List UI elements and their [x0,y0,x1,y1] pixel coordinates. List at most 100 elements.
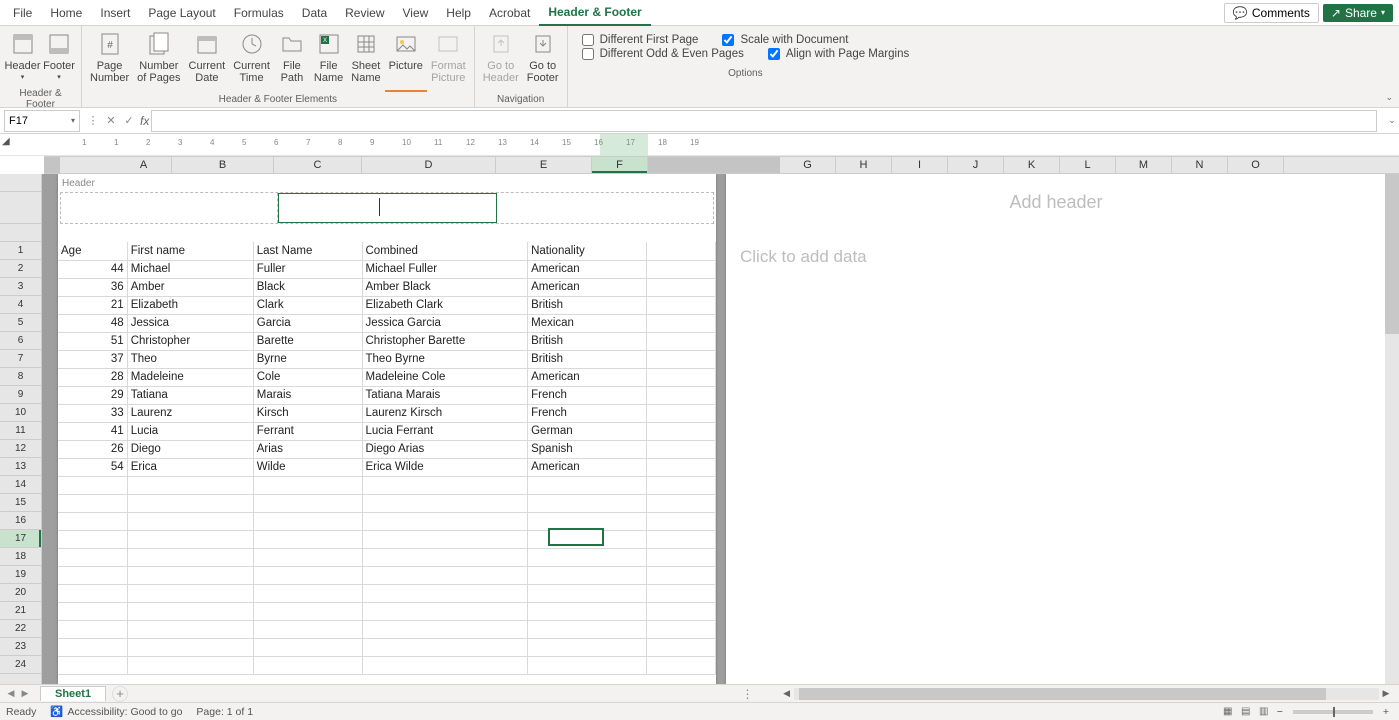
table-cell[interactable] [362,512,528,530]
menu-review[interactable]: Review [336,0,393,26]
col-head-D[interactable]: D [362,157,496,173]
table-cell[interactable]: Mexican [528,314,647,332]
menu-formulas[interactable]: Formulas [225,0,293,26]
table-cell[interactable] [362,476,528,494]
row-head-4[interactable]: 4 [0,296,41,314]
menu-home[interactable]: Home [41,0,91,26]
table-row[interactable] [58,476,716,494]
table-row[interactable] [58,584,716,602]
table-cell[interactable]: Elizabeth Clark [362,296,528,314]
zoom-slider[interactable] [1293,710,1373,714]
table-cell[interactable]: Laurenz Kirsch [362,404,528,422]
table-cell[interactable]: Lucia [127,422,253,440]
table-header[interactable]: Combined [362,242,528,260]
col-head-E[interactable]: E [496,157,592,173]
table-cell[interactable] [58,530,127,548]
row-head-20[interactable]: 20 [0,584,41,602]
table-cell[interactable] [253,476,362,494]
table-cell[interactable]: Tatiana [127,386,253,404]
table-row[interactable] [58,548,716,566]
table-cell[interactable] [528,566,647,584]
table-cell[interactable]: Diego [127,440,253,458]
table-cell[interactable] [646,278,715,296]
table-cell[interactable] [646,332,715,350]
row-head-11[interactable]: 11 [0,422,41,440]
cancel-icon[interactable]: ✕ [102,110,120,132]
table-cell[interactable]: Kirsch [253,404,362,422]
table-cell[interactable] [127,476,253,494]
table-cell[interactable]: American [528,260,647,278]
view-page-layout-icon[interactable]: ▤ [1237,705,1255,719]
table-cell[interactable]: American [528,368,647,386]
num-pages-button[interactable]: Number of Pages [133,28,184,92]
table-cell[interactable] [127,566,253,584]
table-cell[interactable] [127,584,253,602]
table-cell[interactable] [646,458,715,476]
menu-help[interactable]: Help [437,0,480,26]
table-cell[interactable]: British [528,350,647,368]
row-head-18[interactable]: 18 [0,548,41,566]
row-head-6[interactable]: 6 [0,332,41,350]
table-cell[interactable]: French [528,404,647,422]
table-row[interactable] [58,638,716,656]
table-cell[interactable] [253,602,362,620]
table-cell[interactable]: Elizabeth [127,296,253,314]
table-cell[interactable]: Amber Black [362,278,528,296]
row-head-14[interactable]: 14 [0,476,41,494]
table-cell[interactable]: Michael Fuller [362,260,528,278]
table-cell[interactable] [646,620,715,638]
hscroll-right-icon[interactable]: ▶ [1379,687,1393,701]
footer-button[interactable]: Footer ▾ [41,28,77,86]
table-cell[interactable] [253,548,362,566]
table-cell[interactable] [253,512,362,530]
table-cell[interactable] [646,404,715,422]
header-left-box[interactable] [61,193,278,223]
table-row[interactable]: 28MadeleineColeMadeleine ColeAmerican [58,368,716,386]
table-cell[interactable] [253,566,362,584]
table-cell[interactable] [646,602,715,620]
table-cell[interactable]: Diego Arias [362,440,528,458]
name-box[interactable]: F17 [4,110,80,132]
table-cell[interactable]: 29 [58,386,127,404]
sheet-tab-sheet1[interactable]: Sheet1 [40,686,106,701]
table-cell[interactable] [58,602,127,620]
table-cell[interactable] [646,422,715,440]
table-cell[interactable]: German [528,422,647,440]
fx-icon[interactable]: fx [138,114,151,128]
add-sheet-button[interactable]: + [112,686,128,702]
menu-header-footer[interactable]: Header & Footer [539,0,650,26]
col-head-F[interactable]: F [592,157,648,173]
table-cell[interactable]: Clark [253,296,362,314]
table-cell[interactable]: British [528,296,647,314]
vscroll-thumb[interactable] [1385,174,1399,334]
table-cell[interactable] [253,638,362,656]
table-cell[interactable] [646,512,715,530]
table-cell[interactable] [646,440,715,458]
tab-next-icon[interactable]: ▶ [18,686,32,702]
col-head-C[interactable]: C [274,157,362,173]
table-row[interactable]: 41LuciaFerrantLucia FerrantGerman [58,422,716,440]
table-cell[interactable]: 54 [58,458,127,476]
table-cell[interactable]: Byrne [253,350,362,368]
click-to-add-data[interactable]: Click to add data [726,235,1386,267]
table-cell[interactable]: Tatiana Marais [362,386,528,404]
table-cell[interactable]: 44 [58,260,127,278]
ribbon-collapse-icon[interactable]: ⌄ [1385,92,1393,103]
col-head-L[interactable]: L [1060,157,1116,173]
table-cell[interactable]: Laurenz [127,404,253,422]
row-head-23[interactable]: 23 [0,638,41,656]
table-cell[interactable]: Christopher [127,332,253,350]
table-cell[interactable] [646,350,715,368]
table-cell[interactable] [127,548,253,566]
table-cell[interactable] [362,602,528,620]
add-header-placeholder[interactable]: Add header [726,174,1386,221]
table-cell[interactable]: Theo Byrne [362,350,528,368]
comments-button[interactable]: 💬 Comments [1224,3,1319,23]
table-cell[interactable] [58,476,127,494]
table-row[interactable] [58,566,716,584]
table-cell[interactable] [58,656,127,674]
view-normal-icon[interactable]: ▦ [1219,705,1237,719]
table-cell[interactable] [528,584,647,602]
table-cell[interactable] [646,584,715,602]
table-cell[interactable]: Garcia [253,314,362,332]
